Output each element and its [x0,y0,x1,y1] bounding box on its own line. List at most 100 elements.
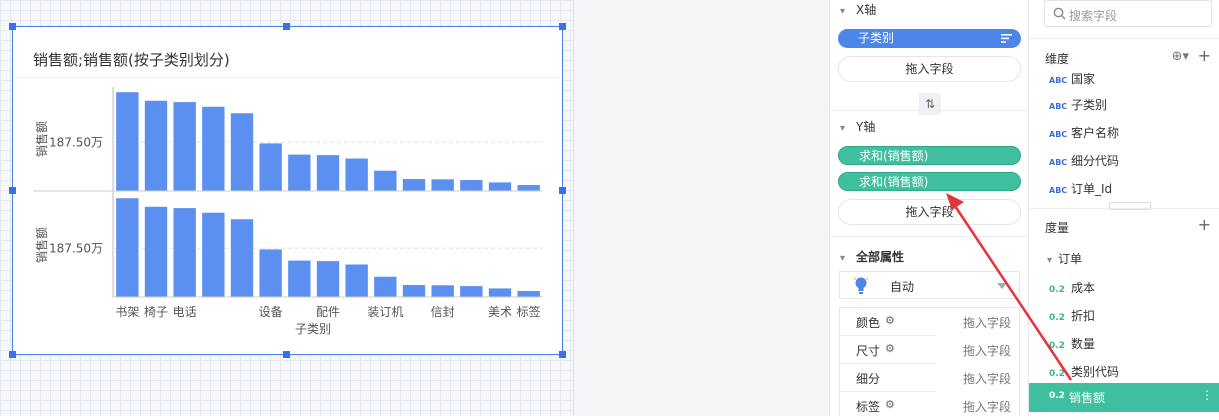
bar [460,180,483,191]
divider [830,110,1028,111]
chevron-down-icon: ▾ [1047,255,1053,266]
resize-handle-top-right[interactable] [559,23,566,30]
resize-handle-bottom-left[interactable] [9,351,16,358]
bar [517,185,540,191]
bar [488,182,512,191]
x-axis-header[interactable]: ▾ X轴 [840,1,876,18]
measure-group-order[interactable]: ▾ 订单 [1047,250,1082,266]
add-dimension-icon[interactable]: + [1198,46,1211,65]
add-measure-icon[interactable]: + [1198,215,1211,234]
dimension-item[interactable]: ABC 子类别 [1049,96,1107,112]
measure-item[interactable]: 0.2 类别代码 [1049,363,1119,379]
dimension-item[interactable]: ABC 国家 [1049,70,1095,86]
more-icon[interactable]: ⋮ [1201,388,1213,402]
x-tick-label: 装订机 [367,305,403,319]
chevron-down-icon: ▾ [840,253,846,264]
bar [116,92,139,191]
resize-handle-bottom-right[interactable] [559,351,566,358]
bar [402,179,426,191]
bar [230,219,254,297]
bar [431,285,454,297]
chart-type-value: 自动 [890,280,915,294]
dimension-header: 维度 [1045,52,1070,66]
bar [230,113,254,191]
y-axis-field-pill[interactable]: 求和(销售额) [838,146,1021,165]
bar [345,158,368,191]
globe-icon[interactable]: ⊕▾ [1172,49,1189,64]
x-axis-field-pill[interactable]: 子类别 [838,29,1021,48]
bar [402,285,426,297]
measure-header: 度量 [1045,221,1070,235]
sort-icon[interactable] [1001,34,1012,43]
bar [259,143,282,191]
design-canvas[interactable]: 销售额;销售额(按子类别划分) 187.50万 销售额 187.50万 销售额 书架 椅子… [0,0,574,416]
swap-icon[interactable]: ⇅ [919,93,941,115]
bar [202,106,225,191]
y-tick-label: 187.50万 [49,241,103,255]
resize-handle-bottom[interactable] [283,351,290,358]
bar [431,179,454,191]
chart-type-select[interactable]: 自动 [839,271,1020,299]
x-tick-label: 椅子 [144,305,168,319]
lightbulb-icon [854,276,868,294]
y-axis-field-pill[interactable]: 求和(销售额) [838,172,1021,191]
measure-item[interactable]: 0.2 成本 [1049,279,1095,295]
bar [288,154,311,191]
bar-chart: 187.50万销售额187.50万销售额书架 椅子 电话 设备 配件 装订机 信封 美术 标签子… [33,87,543,336]
gear-icon[interactable]: ⚙ [885,314,895,327]
bar [316,155,340,191]
field-panel: 搜索字段 维度 ⊕▾ + ABC 国家 ABC 子类别 ABC 客户名称 ABC 细分代… [1029,0,1219,416]
resize-handle-top-left[interactable] [9,23,16,30]
divider [1029,208,1219,209]
bar [173,102,196,191]
dimension-item[interactable]: ABC 细分代码 [1049,152,1119,168]
bar [517,291,540,297]
y-tick-label: 187.50万 [49,135,103,149]
bar [144,100,168,191]
property-row-size[interactable]: 尺寸 ⚙ 拖入字段 [840,336,1019,364]
gear-icon[interactable]: ⚙ [885,398,895,411]
property-row-color[interactable]: 颜色 ⚙ 拖入字段 [840,308,1019,336]
property-list: 颜色 ⚙ 拖入字段 尺寸 ⚙ 拖入字段 细分 拖入字段 标签 ⚙ 拖入字段 [839,307,1020,416]
y-axis-title: 销售额 [34,121,49,157]
chevron-down-icon: ▾ [840,123,846,134]
search-placeholder: 搜索字段 [1069,9,1118,23]
caret-down-icon [997,283,1007,289]
divider [1029,38,1219,39]
bar [316,261,340,297]
x-tick-label: 美术 [488,305,512,319]
x-axis-title: 子类别 [295,322,331,336]
dimension-list[interactable]: ABC 国家 ABC 子类别 ABC 客户名称 ABC 细分代码 ABC 订单_Id [1029,70,1219,203]
blank-area [574,0,829,416]
chart-widget[interactable]: 销售额;销售额(按子类别划分) 187.50万 销售额 187.50万 销售额 书架 椅子… [9,23,566,358]
x-axis-drop-zone[interactable]: 拖入字段 [838,56,1021,82]
x-tick-label: 配件 [316,305,340,319]
x-tick-label: 标签 [517,304,541,319]
y-axis-header[interactable]: ▾ Y轴 [840,118,875,135]
measure-item-selected[interactable]: 0.2 销售额 ⋮ [1029,383,1219,412]
resize-handle-left[interactable] [9,187,16,194]
bar [288,260,311,297]
chart-config-panel: ▾ X轴 子类别 拖入字段 ⇅ ▾ Y轴 求和(销售额) 求和(销售额) 拖入字段 … [829,0,1029,416]
y-axis-drop-zone[interactable]: 拖入字段 [838,199,1021,225]
search-field[interactable]: 搜索字段 [1044,0,1212,27]
divider [830,236,1028,237]
measure-item[interactable]: 0.2 折扣 [1049,307,1095,323]
x-tick-label: 设备 [259,305,283,319]
resize-handle-top[interactable] [283,23,290,30]
gear-icon[interactable]: ⚙ [885,342,895,355]
bar [460,286,483,297]
bar [116,198,139,297]
property-row-detail[interactable]: 细分 拖入字段 [840,364,1019,392]
dimension-item[interactable]: ABC 客户名称 [1049,124,1119,140]
all-properties-header[interactable]: ▾ 全部属性 [840,248,904,265]
x-tick-label: 电话 [173,305,197,319]
bar [259,249,282,297]
measure-item[interactable]: 0.2 数量 [1049,335,1095,351]
bar [173,208,196,297]
resize-handle-right[interactable] [559,187,566,194]
y-axis-title: 销售额 [34,227,49,263]
search-icon [1053,7,1066,20]
dimension-item[interactable]: ABC 订单_Id [1049,180,1112,196]
bar [345,264,368,297]
